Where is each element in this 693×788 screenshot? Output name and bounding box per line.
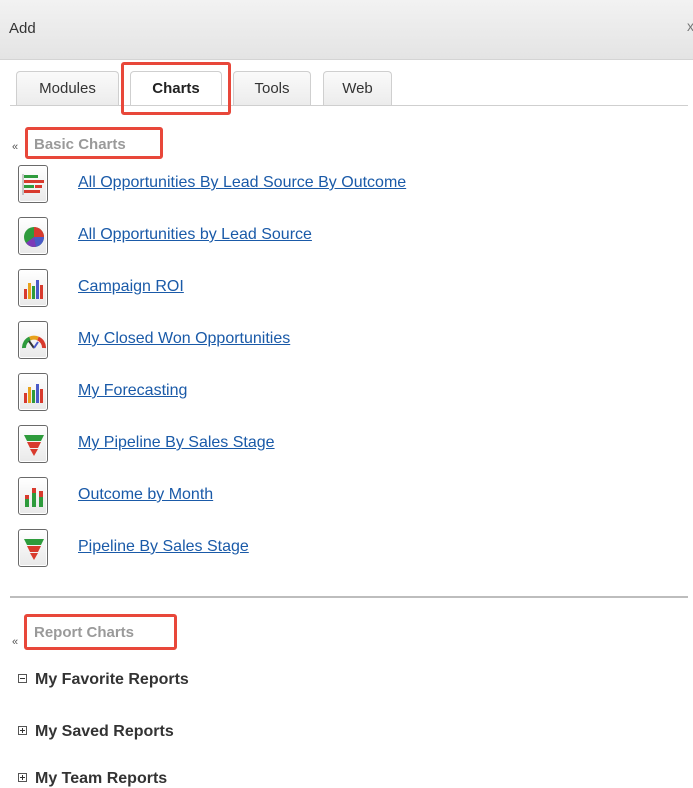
- tab-divider: [10, 105, 688, 106]
- tab-tools[interactable]: Tools: [233, 71, 311, 105]
- tab-label: Modules: [39, 80, 96, 97]
- dialog-titlebar: Add x: [0, 0, 693, 60]
- bar-chart-icon[interactable]: [18, 269, 48, 307]
- report-charts-highlight: [24, 614, 177, 650]
- close-icon[interactable]: x: [687, 18, 693, 34]
- expand-icon[interactable]: [18, 773, 27, 783]
- bar-chart-icon[interactable]: [18, 373, 48, 411]
- tab-modules[interactable]: Modules: [16, 71, 119, 105]
- stacked-bar-chart-icon[interactable]: [18, 477, 48, 515]
- report-folder[interactable]: My Saved Reports: [18, 723, 174, 741]
- chart-link[interactable]: All Opportunities by Lead Source: [78, 226, 312, 244]
- collapse-chevron-icon[interactable]: «: [12, 142, 18, 153]
- chart-link[interactable]: Campaign ROI: [78, 278, 184, 296]
- expand-icon[interactable]: [18, 726, 27, 736]
- chart-link[interactable]: My Pipeline By Sales Stage: [78, 434, 275, 452]
- chart-link[interactable]: Pipeline By Sales Stage: [78, 538, 249, 556]
- funnel-chart-icon[interactable]: [18, 529, 48, 567]
- pie-chart-icon[interactable]: [18, 217, 48, 255]
- gauge-chart-icon[interactable]: [18, 321, 48, 359]
- tab-web[interactable]: Web: [323, 71, 392, 105]
- tab-label: Tools: [254, 80, 290, 97]
- funnel-chart-icon[interactable]: [18, 425, 48, 463]
- chart-link[interactable]: My Closed Won Opportunities: [78, 330, 290, 348]
- dialog-title: Add: [9, 20, 36, 37]
- report-folder[interactable]: My Favorite Reports: [18, 671, 189, 689]
- report-folder-label: My Saved Reports: [35, 723, 174, 740]
- horizontal-bar-chart-icon[interactable]: [18, 165, 48, 203]
- collapse-chevron-icon[interactable]: «: [12, 637, 18, 648]
- chart-link[interactable]: All Opportunities By Lead Source By Outc…: [78, 174, 406, 192]
- collapse-icon[interactable]: [18, 674, 27, 684]
- basic-charts-highlight: [25, 127, 163, 159]
- charts-tab-highlight: [121, 62, 231, 115]
- report-folder-label: My Team Reports: [35, 770, 168, 787]
- report-folder[interactable]: My Team Reports: [18, 770, 167, 788]
- section-divider: [10, 596, 688, 598]
- chart-link[interactable]: Outcome by Month: [78, 486, 213, 504]
- tab-label: Web: [342, 80, 373, 97]
- report-folder-label: My Favorite Reports: [35, 671, 189, 688]
- chart-link[interactable]: My Forecasting: [78, 382, 187, 400]
